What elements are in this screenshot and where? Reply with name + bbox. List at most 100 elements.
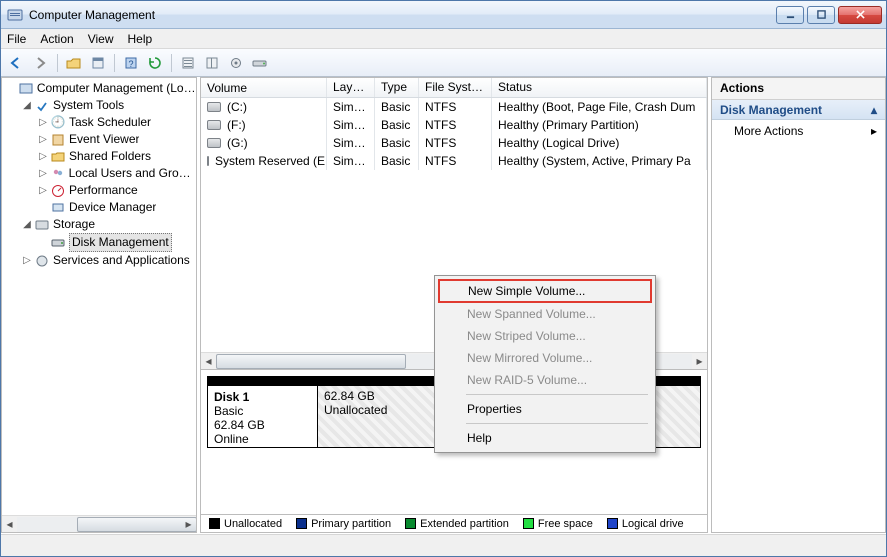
tree-root[interactable]: Computer Management (Local (37, 80, 196, 97)
vol-fs: NTFS (419, 134, 492, 152)
tree-local-users[interactable]: Local Users and Groups (69, 165, 196, 182)
properties-button[interactable] (87, 52, 109, 74)
ctx-help[interactable]: Help (438, 427, 652, 449)
expand-icon[interactable]: ▷ (38, 131, 48, 148)
minimize-button[interactable] (776, 6, 804, 24)
scroll-left-icon[interactable]: ◂ (201, 354, 216, 369)
collapse-icon[interactable]: ◢ (22, 97, 32, 114)
scroll-thumb[interactable] (216, 354, 406, 369)
volume-row[interactable]: (C:) Simple Basic NTFS Healthy (Boot, Pa… (201, 98, 707, 116)
tree-system-tools[interactable]: System Tools (53, 97, 124, 114)
actions-pane: Actions Disk Management ▴ More Actions ▸ (711, 77, 886, 533)
volume-header[interactable]: Volume Layout Type File System Status (201, 78, 707, 98)
disk-state: Online (214, 432, 249, 446)
legend: Unallocated Primary partition Extended p… (201, 514, 707, 532)
ctx-properties[interactable]: Properties (438, 398, 652, 420)
vol-layout: Simple (327, 116, 375, 134)
legend-primary: Primary partition (311, 518, 391, 530)
disk-color-stripe (208, 377, 317, 386)
tools-icon (34, 98, 50, 114)
diskmgmt-icon (50, 235, 66, 251)
menubar: File Action View Help (1, 29, 886, 49)
tree-storage[interactable]: Storage (53, 216, 95, 233)
close-button[interactable] (838, 6, 882, 24)
expand-icon[interactable]: ▷ (38, 182, 48, 199)
back-button[interactable] (6, 52, 28, 74)
event-icon (50, 132, 66, 148)
scroll-right-icon[interactable]: ▸ (181, 517, 196, 532)
scroll-left-icon[interactable]: ◂ (2, 517, 17, 532)
vol-status: Healthy (Primary Partition) (492, 116, 707, 134)
ctx-new-simple-volume[interactable]: New Simple Volume... (438, 279, 652, 303)
help-button[interactable]: ? (120, 52, 142, 74)
tree-event-viewer[interactable]: Event Viewer (69, 131, 139, 148)
tree-disk-management[interactable]: Disk Management (69, 233, 172, 252)
expand-icon[interactable]: ▷ (22, 252, 32, 269)
actions-header: Actions (712, 78, 885, 100)
legend-item: Primary partition (296, 518, 391, 530)
context-menu: New Simple Volume... New Spanned Volume.… (434, 275, 656, 453)
ctx-new-raid5-volume: New RAID-5 Volume... (438, 369, 652, 391)
col-layout[interactable]: Layout (327, 78, 375, 97)
actions-section[interactable]: Disk Management ▴ (712, 100, 885, 120)
expand-icon[interactable]: ▷ (38, 148, 48, 165)
services-icon (34, 253, 50, 269)
up-folder-button[interactable] (63, 52, 85, 74)
volume-icon (207, 120, 221, 130)
tree-task-scheduler[interactable]: Task Scheduler (69, 114, 151, 131)
menu-action[interactable]: Action (40, 32, 73, 46)
forward-button[interactable] (30, 52, 52, 74)
menu-help[interactable]: Help (128, 32, 153, 46)
svg-text:?: ? (128, 59, 133, 69)
view-detail-button[interactable] (201, 52, 223, 74)
scroll-thumb[interactable] (77, 517, 197, 532)
vol-layout: Simple (327, 152, 375, 170)
view-list-button[interactable] (177, 52, 199, 74)
vol-fs: NTFS (419, 98, 492, 116)
legend-item: Extended partition (405, 518, 509, 530)
refresh-button[interactable] (144, 52, 166, 74)
tree-performance[interactable]: Performance (69, 182, 138, 199)
left-scrollbar[interactable]: ◂ ▸ (2, 515, 196, 532)
vol-layout: Simple (327, 134, 375, 152)
vol-fs: NTFS (419, 152, 492, 170)
actions-more[interactable]: More Actions ▸ (712, 120, 885, 142)
ctx-new-mirrored-volume: New Mirrored Volume... (438, 347, 652, 369)
volume-row[interactable]: (F:) Simple Basic NTFS Healthy (Primary … (201, 116, 707, 134)
legend-logical: Logical drive (622, 518, 684, 530)
col-type[interactable]: Type (375, 78, 419, 97)
tree-device-manager[interactable]: Device Manager (69, 199, 156, 216)
menu-view[interactable]: View (88, 32, 114, 46)
maximize-button[interactable] (807, 6, 835, 24)
vol-status: Healthy (Logical Drive) (492, 134, 707, 152)
expand-icon[interactable]: ▷ (38, 165, 48, 182)
disk-info[interactable]: Disk 1 Basic 62.84 GB Online (208, 377, 318, 447)
vol-type: Basic (375, 134, 419, 152)
ctx-new-spanned-volume: New Spanned Volume... (438, 303, 652, 325)
scroll-right-icon[interactable]: ▸ (692, 354, 707, 369)
left-pane: Computer Management (Local ◢ System Tools… (1, 77, 197, 533)
col-status[interactable]: Status (492, 78, 707, 97)
legend-extended: Extended partition (420, 518, 509, 530)
volume-row[interactable]: System Reserved (E:) Simple Basic NTFS H… (201, 152, 707, 170)
volume-row[interactable]: (G:) Simple Basic NTFS Healthy (Logical … (201, 134, 707, 152)
actions-section-label: Disk Management (720, 103, 822, 117)
titlebar: Computer Management (1, 1, 886, 29)
vol-name: (C:) (227, 100, 247, 114)
legend-item: Unallocated (209, 518, 282, 530)
tree-shared-folders[interactable]: Shared Folders (69, 148, 151, 165)
expand-icon[interactable]: ▷ (38, 114, 48, 131)
legend-item: Free space (523, 518, 593, 530)
device-icon (50, 200, 66, 216)
col-volume[interactable]: Volume (201, 78, 327, 97)
collapse-icon[interactable]: ◢ (22, 216, 32, 233)
storage-icon (34, 217, 50, 233)
settings-button[interactable] (225, 52, 247, 74)
menu-file[interactable]: File (7, 32, 26, 46)
disk-tools-button[interactable] (249, 52, 271, 74)
vol-layout: Simple (327, 98, 375, 116)
col-filesystem[interactable]: File System (419, 78, 492, 97)
tree-services[interactable]: Services and Applications (53, 252, 190, 269)
ctx-separator (466, 394, 648, 395)
nav-tree[interactable]: Computer Management (Local ◢ System Tools… (2, 78, 196, 515)
